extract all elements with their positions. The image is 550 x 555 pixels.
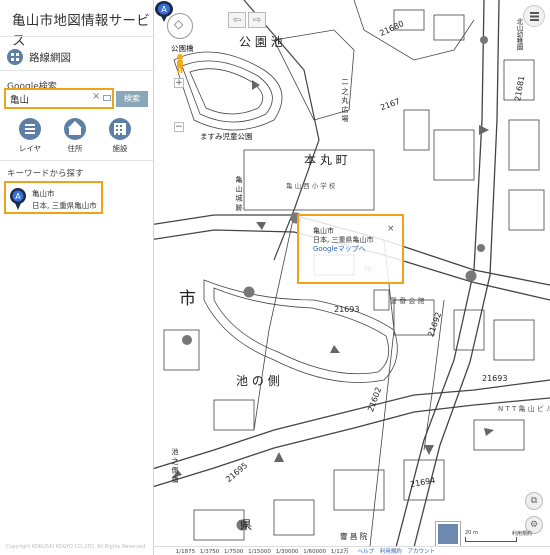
layer-button[interactable]: レイヤ [14,118,46,154]
result-name: 亀山市 [32,189,55,198]
search-result-item[interactable]: A 亀山市 日本, 三重県亀山市 [4,181,103,214]
map-label-school: 亀 山 西 小 学 校 [286,182,336,190]
google-maps-link[interactable]: Googleマップへ [313,244,366,254]
scale-option[interactable]: 1/12万 [331,547,349,555]
building-icon [109,118,131,140]
scale-option[interactable]: 1/1875 [176,549,195,555]
map-canvas[interactable]: 公 園 池 公園橋 ますみ児童公園 本 丸 町 亀 山 西 小 学 校 二 之 … [154,0,550,555]
address-label: 住所 [67,144,83,153]
layer-list-icon [19,118,41,140]
map-label-ikenogawabashi: 池 之 側 橋 [171,448,179,483]
zoom-out-button[interactable]: − [174,122,184,132]
map-label-keiban: 警 番 会 館 [390,297,425,305]
divider [0,70,153,71]
keyword-search-label: キーワードから探す [7,169,84,179]
map-label-keishoin: 響 昌 院 [340,532,368,541]
layers-toggle-icon[interactable]: ⧉ [525,492,543,510]
forward-button[interactable]: ⇨ [248,12,266,28]
search-input[interactable] [10,92,88,106]
divider [0,160,153,161]
route-map-icon [7,49,23,65]
map-marker-icon[interactable]: A [154,0,174,22]
address-button[interactable]: 住所 [59,118,91,154]
scale-option[interactable]: 1/60000 [303,549,326,555]
scale-label: 20 m [465,530,478,536]
facility-button[interactable]: 施設 [104,118,136,154]
map-terms-link[interactable]: 利用規約 [512,530,532,537]
divider [0,36,153,37]
result-address: 日本, 三重県亀山市 [32,201,97,210]
back-button[interactable]: ⇦ [228,12,246,28]
map-label-kitayama: 北山幼稚園 [515,18,523,51]
route-map-link[interactable]: 路線網図 [7,49,71,65]
house-icon [64,118,86,140]
scale-option[interactable]: 1/30000 [276,549,299,555]
basemap-thumbnail[interactable] [436,522,460,546]
search-box: × [4,88,114,109]
map-label-ntt: N T T 亀 山 ビ ル [498,405,550,413]
map-pin-icon: A [10,188,26,210]
sidebar: 亀山市地図情報サービス 路線網図 Google検索 × 検索 レイヤ 住所 施設… [0,0,154,555]
map-label-honmaru: 本 丸 町 [304,153,348,167]
clear-icon[interactable]: × [92,91,100,102]
road-number: 21693 [334,305,360,314]
scale-bar [465,537,517,542]
map-label-ichi: 市 [179,289,196,309]
bottom-bar: 1/1875 1/3750 1/7500 1/15000 1/30000 1/6… [154,546,550,555]
marker-letter: A [161,5,167,14]
keyboard-icon[interactable] [103,95,111,101]
facility-label: 施設 [112,144,128,153]
scale-option[interactable]: 1/3750 [200,549,219,555]
scale-option[interactable]: 1/7500 [224,549,243,555]
copyright: Copyright KOKUSAI KOGYO CO.,LTD. All Rig… [6,544,146,550]
tool-bar: レイヤ 住所 施設 [14,118,136,154]
search-button[interactable]: 検索 [116,91,148,107]
app-title: 亀山市地図情報サービス [12,13,150,49]
road-number: 21693 [482,374,508,383]
scale-option[interactable]: 1/15000 [248,549,271,555]
street-view-icon[interactable] [174,53,186,73]
account-link[interactable]: アカウント [408,547,436,555]
map-label-ninomaru: 二 之 丸 広 場 [341,78,349,122]
menu-icon[interactable] [523,5,545,27]
help-link[interactable]: ヘルプ [358,547,375,555]
map-label-ken: 県 [240,518,253,532]
zoom-in-button[interactable]: + [174,78,184,88]
route-map-label: 路線網図 [29,51,71,64]
layer-label: レイヤ [18,144,42,153]
info-popup: 亀山市 日本, 三重県亀山市 Googleマップへ × [297,214,404,284]
close-icon[interactable]: × [387,224,395,234]
map-label-jyouseki: 亀 山 城 跡 [235,176,243,211]
map-label-park: 公 園 池 [239,35,283,49]
map-label-masumi: ますみ児童公園 [200,132,253,141]
pin-letter: A [15,192,21,201]
map-label-ikenogawa: 池 の 側 [236,374,280,388]
terms-link[interactable]: 利用規約 [380,547,402,555]
